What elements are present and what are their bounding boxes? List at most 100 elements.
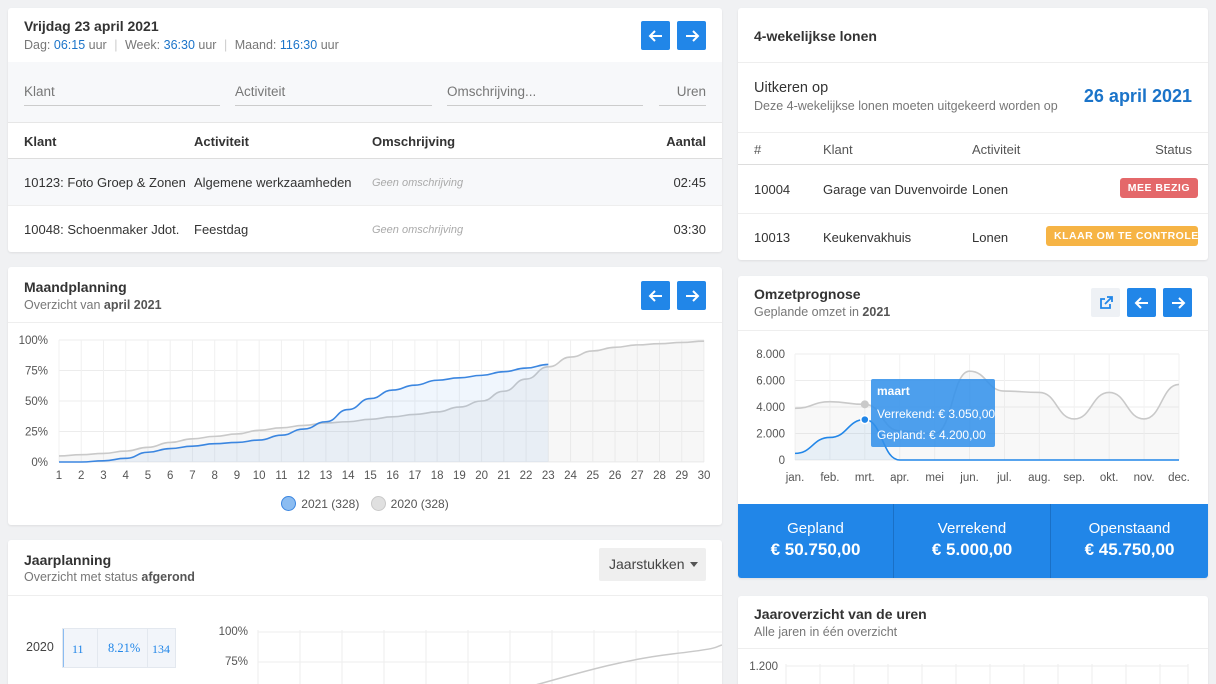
- month-planning-card: Maandplanning Overzicht van april 2021 1…: [8, 267, 722, 525]
- y-tick-label: 8.000: [756, 349, 785, 361]
- stat-gepland: Gepland € 50.750,00: [738, 504, 894, 578]
- row-description: Geen omschrijving: [372, 224, 464, 236]
- column-nr[interactable]: #: [754, 142, 761, 157]
- hours-overview-chart: 1.200: [749, 661, 1189, 684]
- y-tick-label: 2.000: [756, 429, 785, 441]
- x-tick-label: 30: [698, 470, 711, 482]
- column-status[interactable]: Status: [1155, 142, 1192, 157]
- x-tick-label: 2: [78, 470, 84, 482]
- year-row-label: 2020: [26, 640, 54, 654]
- x-tick-label: mrt.: [855, 472, 875, 484]
- chart-legend: 2021 (328) 2020 (328): [8, 496, 722, 514]
- previous-day-button[interactable]: [641, 21, 670, 50]
- column-activiteit[interactable]: Activiteit: [194, 134, 249, 149]
- y-tick-label: 100%: [19, 335, 48, 347]
- x-tick-label: 3: [100, 470, 106, 482]
- next-day-button[interactable]: [677, 21, 706, 50]
- payout-title: Uitkeren op: [754, 80, 829, 96]
- column-klant[interactable]: Klant: [823, 142, 853, 157]
- x-tick-label: apr.: [890, 472, 909, 484]
- table-row[interactable]: 10048: Schoenmaker Jdot... Feestdag Geen…: [8, 205, 722, 252]
- day-card: Vrijdag 23 april 2021 Dag: 06:15 uur | W…: [8, 8, 722, 252]
- row-client-link[interactable]: 10048: Schoenmaker Jdot...: [24, 222, 180, 237]
- row-hours: 03:30: [673, 222, 706, 237]
- status-badge: MEE BEZIG: [1119, 178, 1198, 198]
- row-number-link[interactable]: 10013: [754, 230, 790, 245]
- row-activity: Algemene werkzaamheden: [194, 175, 352, 190]
- y-tick-label: 75%: [25, 366, 48, 378]
- year-status-table: 11 8.21% 134: [62, 628, 176, 668]
- payout-subtitle: Deze 4-wekelijkse lonen moeten uitgekeer…: [754, 99, 1058, 113]
- y-tick-label: 25%: [25, 427, 48, 439]
- column-omschrijving[interactable]: Omschrijving: [372, 134, 455, 149]
- tooltip-gepland: Gepland: € 4.200,00: [877, 428, 986, 442]
- stat-openstaand: Openstaand € 45.750,00: [1084, 520, 1175, 559]
- day-totals: Dag: 06:15 uur | Week: 36:30 uur | Maand…: [24, 38, 339, 52]
- stat-verrekend: Verrekend € 5.000,00: [894, 504, 1051, 578]
- column-activiteit[interactable]: Activiteit: [972, 142, 1020, 157]
- year-count[interactable]: 11: [72, 642, 84, 657]
- legend-item-2020[interactable]: 2020 (328): [370, 496, 449, 511]
- x-tick-label: 10: [253, 470, 266, 482]
- x-tick-label: 25: [586, 470, 599, 482]
- x-tick-label: sep.: [1063, 472, 1085, 484]
- x-tick-label: 4: [123, 470, 130, 482]
- x-tick-label: 9: [234, 470, 240, 482]
- x-tick-label: 18: [431, 470, 444, 482]
- arrow-right-icon: [685, 29, 699, 42]
- x-tick-label: 26: [609, 470, 622, 482]
- chart-tooltip: maart Verrekend: € 3.050,00 Gepland: € 4…: [871, 379, 995, 447]
- data-point-verrekend: [860, 414, 870, 425]
- table-row[interactable]: 10123: Foto Groep & Zonen Algemene werkz…: [8, 158, 722, 205]
- row-client: Garage van Duvenvoirde: [823, 182, 968, 197]
- row-client: Keukenvakhuis: [823, 230, 912, 245]
- caret-down-icon: [690, 562, 698, 567]
- x-tick-label: 19: [453, 470, 466, 482]
- row-client-link[interactable]: 10123: Foto Groep & Zonen: [24, 175, 186, 190]
- x-tick-label: 29: [675, 470, 688, 482]
- month-hours: 116:30: [279, 38, 318, 52]
- category-select[interactable]: Jaarstukken: [599, 548, 706, 581]
- row-hours: 02:45: [673, 175, 706, 190]
- payroll-table-header: # Klant Activiteit Status: [738, 132, 1208, 165]
- column-aantal[interactable]: Aantal: [666, 134, 706, 149]
- row-activity: Lonen: [972, 182, 1009, 197]
- y-tick-label: 0%: [31, 457, 48, 469]
- year-planning-title: Jaarplanning: [24, 552, 112, 568]
- revenue-stats: Gepland € 50.750,00 Verrekend € 5.000,00…: [738, 504, 1208, 578]
- hours-overview-subtitle: Alle jaren in één overzicht: [754, 625, 898, 639]
- x-tick-label: 20: [475, 470, 488, 482]
- year-percentage[interactable]: 8.21%: [108, 641, 140, 656]
- row-number-link[interactable]: 10004: [754, 182, 790, 197]
- hours-overview-card: Jaaroverzicht van de uren Alle jaren in …: [738, 596, 1208, 684]
- client-input[interactable]: Klant: [24, 82, 220, 106]
- row-activity: Feestdag: [194, 222, 249, 237]
- x-tick-label: 7: [189, 470, 195, 482]
- activity-input[interactable]: Activiteit: [235, 82, 432, 106]
- column-klant[interactable]: Klant: [24, 134, 57, 149]
- x-tick-label: 21: [497, 470, 510, 482]
- row-activity: Lonen: [972, 230, 1009, 245]
- x-tick-label: 16: [386, 470, 399, 482]
- x-tick-label: 28: [653, 470, 666, 482]
- x-tick-label: 11: [275, 470, 287, 482]
- legend-marker: [370, 496, 386, 511]
- revenue-forecast-card: Omzetprognose Geplande omzet in 2021 8.0…: [738, 276, 1208, 578]
- x-tick-label: 8: [211, 470, 217, 482]
- legend-item-2021[interactable]: 2021 (328): [281, 496, 359, 511]
- hours-input[interactable]: Uren: [659, 82, 706, 106]
- x-tick-label: 1: [56, 470, 62, 482]
- payroll-card: 4-wekelijkse lonen Uitkeren op Deze 4-we…: [738, 8, 1208, 260]
- year-total[interactable]: 134: [152, 642, 170, 657]
- table-row[interactable]: 10013 Keukenvakhuis Lonen KLAAR OM TE CO…: [738, 213, 1208, 260]
- description-input[interactable]: Omschrijving...: [447, 82, 643, 106]
- table-row[interactable]: 10004 Garage van Duvenvoirde Lonen MEE B…: [738, 166, 1208, 213]
- x-tick-label: feb.: [820, 472, 839, 484]
- y-tick-label: 50%: [25, 396, 48, 408]
- y-tick-label: 75%: [225, 656, 248, 668]
- tooltip-verrekend: Verrekend: € 3.050,00: [877, 407, 996, 421]
- data-point-gepland: [860, 400, 869, 409]
- month-planning-chart: 100%75%50%25%0%1 2 3 4 5 6 7 8 9 10 11 12 13 14 15 16 17…: [19, 335, 711, 482]
- day-hours: 06:15: [53, 38, 86, 52]
- x-tick-label: 6: [167, 470, 173, 482]
